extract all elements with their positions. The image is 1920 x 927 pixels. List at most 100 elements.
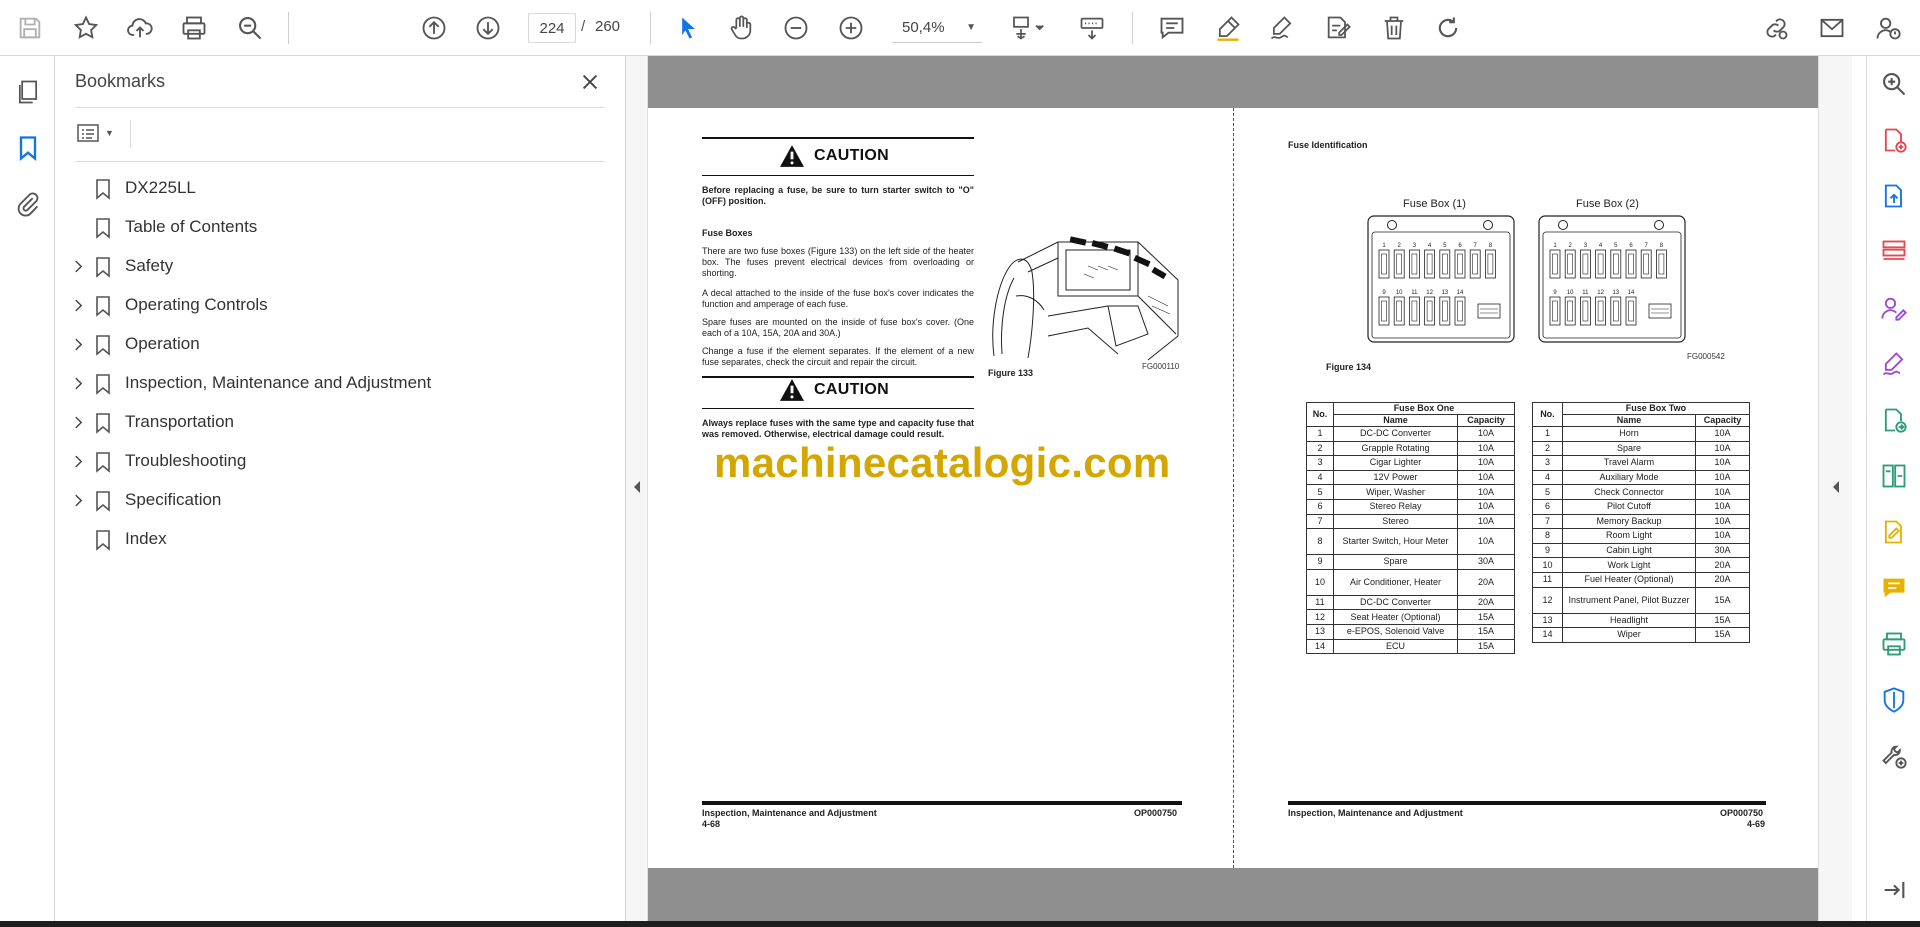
bookmark-item[interactable]: Index	[56, 520, 625, 559]
compare-icon[interactable]	[1878, 460, 1910, 492]
account-help-icon[interactable]	[1872, 12, 1904, 44]
fuse-capacity-cell: 15A	[1695, 627, 1750, 643]
footer-doc-number: OP000750	[1134, 808, 1178, 818]
bookmark-icon	[94, 256, 112, 278]
bookmark-options-button[interactable]: ▼	[75, 118, 121, 148]
bookmark-star-icon[interactable]	[70, 12, 102, 44]
document-viewport[interactable]: CAUTION Before replacing a fuse, be sure…	[648, 56, 1818, 921]
chevron-right-icon[interactable]	[70, 375, 86, 391]
zoom-search-icon[interactable]	[1878, 68, 1910, 100]
fuse-name-cell: Spare	[1561, 440, 1697, 457]
table-row: 4 Auxiliary Mode 10A	[1532, 469, 1750, 486]
chevron-right-icon[interactable]	[70, 258, 86, 274]
fill-sign-icon[interactable]	[1322, 12, 1354, 44]
fit-page-icon[interactable]	[1006, 12, 1050, 44]
email-icon[interactable]	[1816, 12, 1848, 44]
close-icon[interactable]	[576, 68, 604, 96]
bookmark-item[interactable]: Table of Contents	[56, 208, 625, 247]
zoom-out-icon[interactable]	[780, 12, 812, 44]
bookmark-item[interactable]: Inspection, Maintenance and Adjustment	[56, 364, 625, 403]
bookmark-item[interactable]: Operating Controls	[56, 286, 625, 325]
fuse-capacity-cell: 10A	[1695, 455, 1750, 471]
bookmark-item[interactable]: Operation	[56, 325, 625, 364]
fuse-name-cell: Wiper	[1561, 627, 1697, 643]
svg-text:9: 9	[1553, 290, 1557, 296]
delete-icon[interactable]	[1378, 12, 1410, 44]
fuse-capacity-cell: 15A	[1457, 609, 1515, 625]
table-row: 5 Check Connector 10A	[1532, 484, 1750, 500]
table-row: 9 Spare 30A	[1306, 554, 1515, 570]
comment-icon[interactable]	[1878, 572, 1910, 604]
table-row: 10 Work Light 20A	[1532, 557, 1750, 573]
fuse-name-cell: Cabin Light	[1561, 542, 1697, 559]
total-pages: 260	[595, 18, 621, 35]
collapse-left-arrow-icon[interactable]	[632, 480, 642, 494]
export-pdf-icon[interactable]	[1878, 180, 1910, 212]
page-up-icon[interactable]	[418, 12, 450, 44]
svg-text:14: 14	[1457, 290, 1464, 296]
left-panel-splitter[interactable]	[626, 56, 648, 921]
protect-icon[interactable]	[1878, 684, 1910, 716]
fuse-capacity-cell: 10A	[1457, 440, 1515, 457]
upload-cloud-icon[interactable]	[124, 12, 156, 44]
bookmarks-icon[interactable]	[12, 132, 44, 164]
zoom-level-dropdown[interactable]: 50,4% ▼	[892, 13, 982, 43]
chevron-right-icon[interactable]	[70, 297, 86, 313]
bookmark-item[interactable]: Specification	[56, 481, 625, 520]
fuse-name-cell: Seat Heater (Optional)	[1332, 609, 1459, 625]
fuse-capacity-cell: 10A	[1695, 426, 1750, 442]
fuse-number-cell: 13	[1306, 623, 1334, 640]
svg-text:5: 5	[1614, 243, 1618, 249]
collapse-right-arrow-icon[interactable]	[1831, 480, 1841, 494]
highlight-pen-icon[interactable]	[1212, 12, 1244, 44]
fuse-capacity-cell: 30A	[1457, 554, 1515, 570]
edit-pdf-icon[interactable]	[1878, 516, 1910, 548]
fill-sign-icon[interactable]	[1878, 348, 1910, 380]
bookmark-icon	[94, 373, 112, 395]
chevron-right-icon[interactable]	[70, 492, 86, 508]
zoom-in-icon[interactable]	[835, 12, 867, 44]
share-link-icon[interactable]	[1760, 12, 1792, 44]
bookmark-item[interactable]: Transportation	[56, 403, 625, 442]
bookmark-item[interactable]: Safety	[56, 247, 625, 286]
pages-thumbnails-icon[interactable]	[12, 76, 44, 108]
svg-text:1: 1	[1382, 243, 1386, 249]
more-tools-icon[interactable]	[1878, 740, 1910, 772]
bookmark-item[interactable]: DX225LL	[56, 169, 625, 208]
chevron-right-icon[interactable]	[70, 336, 86, 352]
fuse-name-cell: Wiper, Washer	[1332, 484, 1459, 500]
redo-icon[interactable]	[1432, 12, 1464, 44]
watermark: machinecatalogic.com	[714, 439, 1171, 486]
request-signature-icon[interactable]	[1878, 292, 1910, 324]
select-arrow-icon[interactable]	[672, 12, 704, 44]
caution-text: Always replace fuses with the same type …	[702, 418, 974, 439]
attachments-icon[interactable]	[12, 188, 44, 220]
collapse-rail-icon[interactable]	[1878, 874, 1910, 906]
hand-pan-icon[interactable]	[725, 12, 757, 44]
sign-icon[interactable]	[1266, 12, 1298, 44]
fuse-name-cell: DC-DC Converter	[1332, 426, 1459, 442]
zoom-search-icon[interactable]	[234, 12, 266, 44]
svg-text:11: 11	[1411, 290, 1418, 296]
save-icon[interactable]	[14, 12, 46, 44]
send-file-icon[interactable]	[1878, 404, 1910, 436]
fuse-capacity-cell: 10A	[1695, 440, 1750, 457]
fuse-number-cell: 14	[1306, 638, 1334, 655]
chevron-right-icon[interactable]	[70, 453, 86, 469]
organize-pages-icon[interactable]	[1878, 236, 1910, 268]
right-panel-splitter[interactable]	[1818, 56, 1852, 921]
fuse-name-cell: Auxiliary Mode	[1561, 469, 1697, 486]
print-production-icon[interactable]	[1878, 628, 1910, 660]
bookmark-item[interactable]: Troubleshooting	[56, 442, 625, 481]
chevron-right-icon[interactable]	[70, 414, 86, 430]
scroll-mode-icon[interactable]	[1076, 12, 1108, 44]
fuse-name-cell: Travel Alarm	[1561, 455, 1697, 471]
page-down-icon[interactable]	[472, 12, 504, 44]
fuse-capacity-cell: 10A	[1457, 498, 1515, 515]
print-icon[interactable]	[178, 12, 210, 44]
current-page-input[interactable]	[528, 13, 576, 43]
fusebox-label: Fuse Box (2)	[1576, 198, 1639, 210]
fuse-capacity-cell: 20A	[1457, 594, 1515, 611]
create-pdf-icon[interactable]	[1878, 124, 1910, 156]
comment-icon[interactable]	[1156, 12, 1188, 44]
